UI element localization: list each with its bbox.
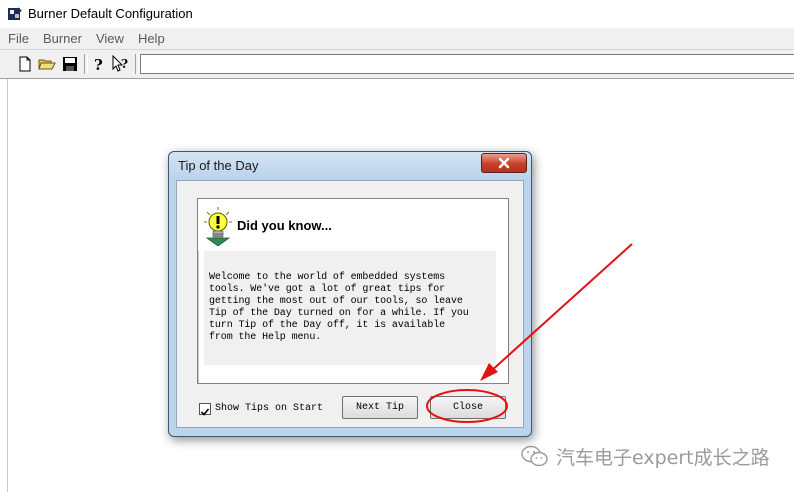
show-tips-checkbox[interactable] [199, 403, 211, 416]
tip-line: getting the most out of our tools, so le… [209, 296, 463, 307]
save-icon[interactable] [61, 55, 79, 73]
dialog-close-x-button[interactable] [481, 153, 527, 173]
menu-burner[interactable]: Burner [36, 28, 89, 49]
open-folder-icon[interactable] [38, 55, 56, 73]
svg-text:?: ? [121, 57, 128, 71]
context-help-icon[interactable]: ? [112, 55, 130, 73]
tip-line: Welcome to the world of embedded systems [209, 272, 446, 283]
toolbar-separator [135, 54, 139, 74]
tip-line: turn Tip of the Day off, it is available [209, 320, 446, 331]
checkmark-icon [200, 408, 210, 416]
close-button[interactable]: Close [430, 396, 506, 419]
tip-line: Tip of the Day turned on for a while. If… [209, 308, 469, 319]
tip-text-area: Welcome to the world of embedded systems… [204, 251, 496, 365]
window-title: Burner Default Configuration [28, 6, 193, 21]
menu-help[interactable]: Help [131, 28, 172, 49]
lightbulb-icon [204, 207, 232, 246]
window-titlebar: Burner Default Configuration [0, 0, 794, 29]
app-window: Burner Default Configuration File Burner… [0, 0, 794, 492]
watermark: 汽车电子expert成长之路 [520, 441, 780, 471]
svg-text:?: ? [94, 56, 103, 73]
toolbar: ? ? [0, 50, 794, 79]
menu-bar: File Burner View Help [0, 28, 794, 50]
new-file-icon[interactable] [16, 55, 34, 73]
tip-header: Did you know... [198, 199, 508, 251]
help-icon[interactable]: ? [90, 55, 108, 73]
tip-of-the-day-dialog: Tip of the Day Did you know... Welcome t… [168, 151, 532, 437]
tip-line: from the Help menu. [209, 332, 322, 343]
app-icon [8, 7, 22, 20]
toolbar-combo-field[interactable] [140, 54, 794, 74]
show-tips-label[interactable]: Show Tips on Start [215, 403, 323, 414]
dialog-title: Tip of the Day [178, 158, 259, 173]
tip-panel: Did you know... Welcome to the world of … [197, 198, 509, 384]
close-icon [498, 157, 510, 169]
next-tip-button[interactable]: Next Tip [342, 396, 418, 419]
menu-view[interactable]: View [89, 28, 131, 49]
wechat-icon [521, 445, 548, 467]
tip-line: tools. We've got a lot of great tips for [209, 284, 446, 295]
watermark-text: 汽车电子expert成长之路 [556, 446, 770, 469]
toolbar-separator [84, 54, 88, 74]
tip-heading: Did you know... [237, 218, 332, 233]
dialog-titlebar: Tip of the Day [169, 152, 531, 178]
menu-file[interactable]: File [0, 28, 36, 49]
dialog-client-area: Did you know... Welcome to the world of … [176, 180, 524, 428]
